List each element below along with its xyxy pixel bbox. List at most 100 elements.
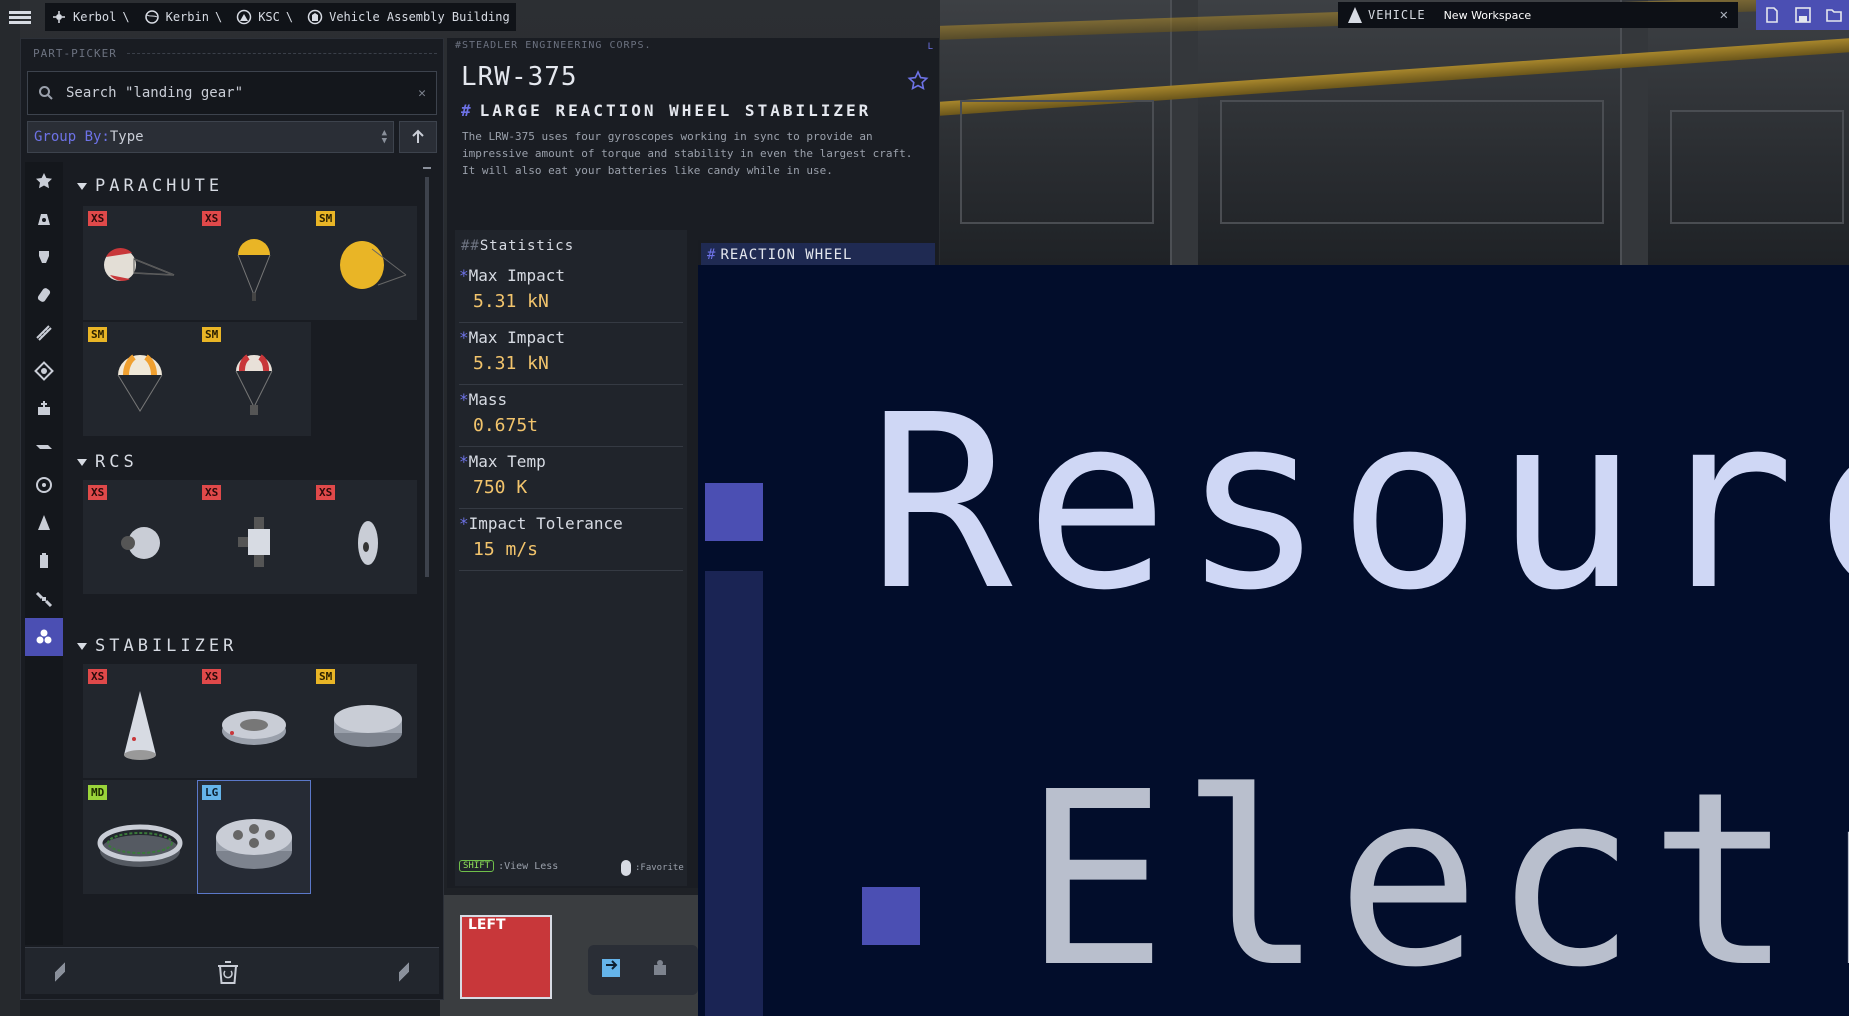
vehicle-label: VEHICLE	[1368, 8, 1426, 22]
group-header-rcs[interactable]: RCS	[77, 452, 138, 472]
electric-resource-label: Electr	[1023, 740, 1849, 1016]
rcs-thruster-icon	[358, 521, 378, 565]
part-tile[interactable]: MD	[83, 780, 197, 894]
part-tile[interactable]: XS	[197, 480, 311, 594]
view-cube-label: LEFT	[468, 917, 506, 933]
group-by-select[interactable]: Group By: Type ▲ ▼	[27, 121, 394, 153]
clear-search-icon[interactable]: ✕	[418, 86, 426, 101]
crew-module-icon	[38, 401, 50, 415]
part-tile[interactable]: SM	[311, 664, 417, 778]
stat-row: *Impact Tolerance 15 m/s	[459, 510, 683, 571]
reaction-wheel-icon	[216, 819, 292, 869]
favorite-star-icon[interactable]	[907, 70, 929, 92]
hangar-viewport[interactable]	[940, 0, 1849, 265]
category-nosecones[interactable]	[25, 504, 63, 542]
size-badge: SM	[88, 327, 108, 342]
category-utility[interactable]	[25, 618, 63, 656]
open-folder-button[interactable]	[1818, 0, 1849, 30]
part-tile[interactable]: XS	[83, 664, 197, 778]
workspace-name[interactable]: New Workspace	[1444, 9, 1532, 22]
group-header-parachute[interactable]: PARACHUTE	[77, 176, 223, 196]
breadcrumb: Kerbol \ Kerbin \ KSC \ Vehicle Assembly Bu…	[45, 3, 516, 31]
part-tile[interactable]: XS	[311, 480, 417, 594]
next-page-button[interactable]	[399, 954, 409, 990]
size-badge: XS	[88, 211, 108, 226]
swap-view-icon[interactable]	[600, 957, 622, 979]
category-engines[interactable]	[25, 238, 63, 276]
size-badge: XS	[202, 669, 222, 684]
breadcrumb-vab[interactable]: Vehicle Assembly Building	[307, 9, 510, 25]
category-favorites[interactable]	[25, 162, 63, 200]
breadcrumb-ksc[interactable]: KSC \	[236, 9, 293, 25]
fuel-tank-icon	[37, 288, 51, 302]
breadcrumb-kerbin[interactable]: Kerbin \	[144, 9, 222, 25]
vehicle-workspace-bar[interactable]: VEHICLE New Workspace ✕	[1338, 2, 1738, 28]
satellite-icon	[35, 591, 53, 608]
sort-direction-button[interactable]	[399, 121, 437, 153]
part-tile[interactable]: SM	[83, 322, 197, 436]
category-electrical[interactable]	[25, 542, 63, 580]
mouse-icon	[621, 860, 631, 876]
category-couplings[interactable]	[25, 352, 63, 390]
category-wheels[interactable]	[25, 466, 63, 504]
utility-icon	[36, 629, 52, 644]
scrollbar-thumb[interactable]	[425, 177, 429, 577]
camera-icon[interactable]	[650, 957, 672, 979]
command-pod-icon	[38, 214, 50, 225]
manufacturer: #STEADLER ENGINEERING CORPS.	[455, 40, 652, 51]
view-controls	[588, 945, 698, 995]
group-header-stabilizer[interactable]: STABILIZER	[77, 636, 237, 656]
space-center-icon	[236, 9, 252, 25]
part-tile[interactable]: XS	[197, 664, 311, 778]
star-icon	[36, 173, 52, 189]
stat-row: *Max Impact 5.31 kN	[459, 324, 683, 385]
save-button[interactable]	[1787, 0, 1818, 30]
category-aero[interactable]	[25, 428, 63, 466]
category-science[interactable]	[25, 580, 63, 618]
part-tile[interactable]: XS	[197, 206, 311, 320]
parachute-icon	[237, 239, 271, 301]
category-fuel-tanks[interactable]	[25, 276, 63, 314]
save-icon	[1794, 7, 1811, 23]
breadcrumb-kerbol[interactable]: Kerbol \	[51, 9, 130, 25]
corner-tag: L	[927, 42, 933, 52]
parachute-icon	[104, 248, 175, 281]
size-badge: XS	[88, 669, 108, 684]
group-by-key: Group By:	[34, 129, 110, 145]
part-tile[interactable]: XS	[83, 206, 197, 320]
view-cube[interactable]: LEFT	[460, 915, 552, 999]
resource-marker	[705, 483, 763, 541]
part-tile[interactable]: SM	[197, 322, 311, 436]
hangar-truss	[1670, 110, 1844, 224]
girder-icon	[36, 325, 52, 341]
previous-page-button[interactable]	[55, 954, 65, 990]
resource-overlay: Resourc Electr	[698, 265, 1849, 1016]
vehicle-icon	[1348, 7, 1362, 23]
part-tile[interactable]: XS	[83, 480, 197, 594]
size-badge: XS	[202, 211, 222, 226]
statistics-panel: ##Statistics *Max Impact 5.31 kN *Max Imp…	[455, 230, 687, 886]
part-picker-title: PART-PICKER	[33, 47, 437, 60]
part-picker-footer	[25, 947, 439, 994]
category-structural[interactable]	[25, 314, 63, 352]
size-badge: SM	[316, 211, 336, 226]
part-tile[interactable]: SM	[311, 206, 417, 320]
size-badge: LG	[202, 785, 222, 800]
folder-icon	[1825, 9, 1842, 22]
category-crew[interactable]	[25, 390, 63, 428]
wing-icon	[36, 445, 52, 449]
parachute-icon	[117, 354, 163, 412]
search-input[interactable]	[64, 84, 398, 102]
search-box[interactable]: ✕	[27, 71, 437, 115]
trash-icon[interactable]	[214, 958, 242, 986]
planet-icon	[144, 10, 159, 24]
part-list-scrollbar[interactable]	[423, 167, 431, 943]
category-pods[interactable]	[25, 200, 63, 238]
size-badge: XS	[202, 485, 222, 500]
part-tile-selected[interactable]: LG	[197, 780, 311, 894]
close-icon[interactable]: ✕	[1720, 7, 1728, 23]
new-file-button[interactable]	[1756, 0, 1787, 30]
size-badge: XS	[88, 485, 108, 500]
main-menu-button[interactable]	[0, 0, 40, 34]
stabilizer-icon	[222, 711, 286, 745]
